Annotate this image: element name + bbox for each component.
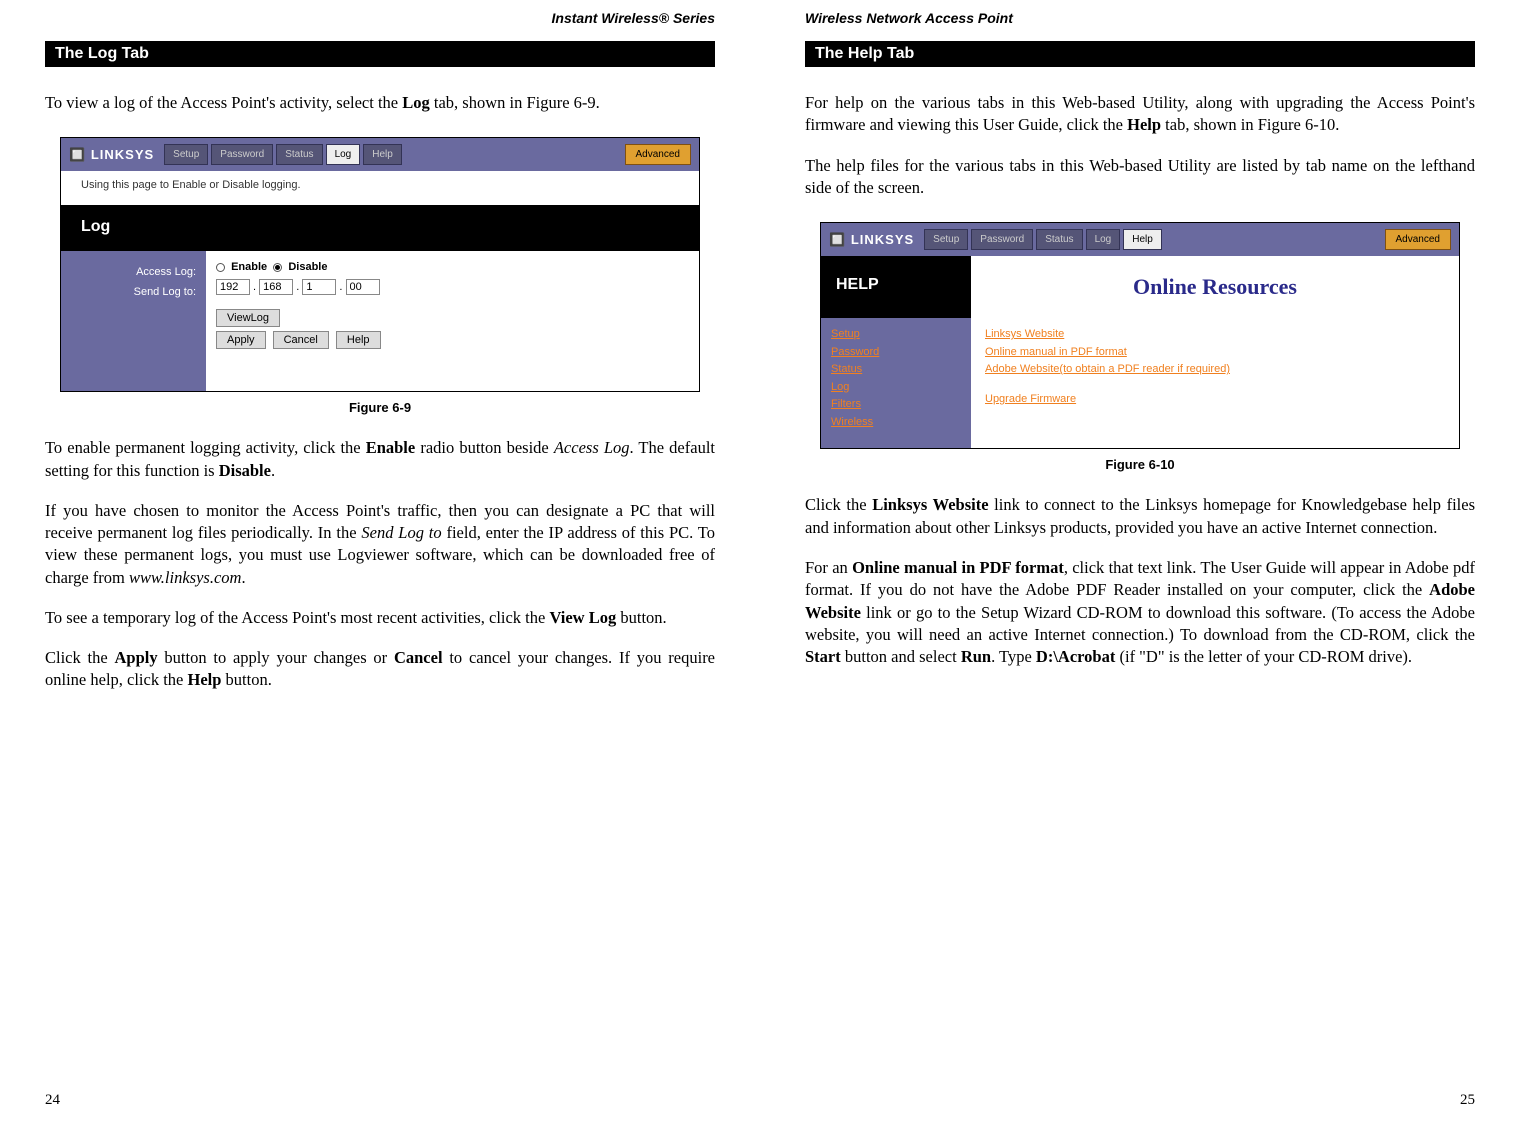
ui-labels-col: Access Log: Send Log to:: [61, 251, 206, 391]
advanced-button[interactable]: Advanced: [625, 144, 691, 165]
para-help-list: The help files for the various tabs in t…: [805, 155, 1475, 200]
tab-status[interactable]: Status: [276, 144, 322, 165]
para-help-intro: For help on the various tabs in this Web…: [805, 92, 1475, 137]
help-side-menu: Setup Password Status Log Filters Wirele…: [821, 318, 971, 448]
tab-help[interactable]: Help: [1123, 229, 1162, 250]
para-pdf-manual: For an Online manual in PDF format, clic…: [805, 557, 1475, 668]
link-adobe-website[interactable]: Adobe Website(to obtain a PDF reader if …: [985, 361, 1445, 379]
para-linksys-site: Click the Linksys Website link to connec…: [805, 494, 1475, 539]
label-send-log-to: Send Log to:: [71, 283, 196, 303]
figure-6-10: 🔲 LINKSYS Setup Password Status Log Help…: [820, 222, 1460, 449]
ui-description: Using this page to Enable or Disable log…: [61, 171, 699, 206]
ui-section-label: Log: [61, 206, 206, 251]
page-number-24: 24: [45, 1092, 715, 1109]
text: tab, shown in Figure 6-9.: [430, 93, 600, 112]
tab-log[interactable]: Log: [326, 144, 361, 165]
ui-topbar: 🔲 LINKSYS Setup Password Status Log Help…: [821, 223, 1459, 256]
page-25: Wireless Network Access Point The Help T…: [760, 0, 1520, 1129]
tab-password[interactable]: Password: [211, 144, 273, 165]
linksys-logo: 🔲 LINKSYS: [829, 232, 914, 248]
help-label: HELP: [821, 256, 971, 318]
section-help-tab: The Help Tab: [805, 41, 1475, 67]
menu-log[interactable]: Log: [831, 379, 961, 397]
ip-octet-3[interactable]: [302, 279, 336, 295]
label-access-log: Access Log:: [71, 263, 196, 283]
para-apply: Click the Apply button to apply your cha…: [45, 647, 715, 692]
ip-octet-4[interactable]: [346, 279, 380, 295]
tab-help[interactable]: Help: [363, 144, 402, 165]
menu-wireless[interactable]: Wireless: [831, 414, 961, 432]
para-enable: To enable permanent logging activity, cl…: [45, 437, 715, 482]
radio-enable[interactable]: [216, 263, 225, 272]
para-sendlog: If you have chosen to monitor the Access…: [45, 500, 715, 589]
text: To view a log of the Access Point's acti…: [45, 93, 402, 112]
para-viewlog: To see a temporary log of the Access Poi…: [45, 607, 715, 629]
menu-setup[interactable]: Setup: [831, 326, 961, 344]
access-log-radio-group: Enable Disable: [216, 261, 689, 273]
ip-octet-1[interactable]: [216, 279, 250, 295]
tab-password[interactable]: Password: [971, 229, 1033, 250]
tab-setup[interactable]: Setup: [164, 144, 208, 165]
linksys-logo: 🔲 LINKSYS: [69, 147, 154, 163]
ui-tabs: Setup Password Status Log Help: [164, 144, 614, 165]
send-log-ip-row: . . .: [216, 279, 689, 295]
menu-status[interactable]: Status: [831, 361, 961, 379]
radio-enable-label: Enable: [231, 261, 267, 273]
help-content: Linksys Website Online manual in PDF for…: [971, 318, 1459, 448]
page-number-25: 25: [805, 1092, 1475, 1109]
link-online-manual[interactable]: Online manual in PDF format: [985, 344, 1445, 362]
ui-tabs: Setup Password Status Log Help: [924, 229, 1374, 250]
header-left: Instant Wireless® Series: [45, 10, 715, 26]
figure-6-9-caption: Figure 6-9: [45, 400, 715, 415]
link-upgrade-firmware[interactable]: Upgrade Firmware: [985, 391, 1445, 409]
tab-setup[interactable]: Setup: [924, 229, 968, 250]
advanced-button[interactable]: Advanced: [1385, 229, 1451, 250]
cancel-button[interactable]: Cancel: [273, 331, 329, 349]
figure-6-10-caption: Figure 6-10: [805, 457, 1475, 472]
radio-disable[interactable]: [273, 263, 282, 272]
menu-password[interactable]: Password: [831, 344, 961, 362]
view-log-button[interactable]: ViewLog: [216, 309, 280, 327]
link-linksys-website[interactable]: Linksys Website: [985, 326, 1445, 344]
header-right: Wireless Network Access Point: [805, 10, 1475, 26]
online-resources-title: Online Resources: [971, 256, 1459, 318]
ui-section-row: Log: [61, 206, 699, 251]
apply-button[interactable]: Apply: [216, 331, 266, 349]
section-log-tab: The Log Tab: [45, 41, 715, 67]
ui-controls-col: Enable Disable . . . ViewLog Apply: [206, 251, 699, 391]
bold-log: Log: [402, 93, 430, 112]
help-button[interactable]: Help: [336, 331, 381, 349]
ip-octet-2[interactable]: [259, 279, 293, 295]
figure-6-9: 🔲 LINKSYS Setup Password Status Log Help…: [60, 137, 700, 392]
para-log-intro: To view a log of the Access Point's acti…: [45, 92, 715, 114]
tab-status[interactable]: Status: [1036, 229, 1082, 250]
page-24: Instant Wireless® Series The Log Tab To …: [0, 0, 760, 1129]
tab-log[interactable]: Log: [1086, 229, 1121, 250]
radio-disable-label: Disable: [288, 261, 327, 273]
menu-filters[interactable]: Filters: [831, 396, 961, 414]
ui-topbar: 🔲 LINKSYS Setup Password Status Log Help…: [61, 138, 699, 171]
